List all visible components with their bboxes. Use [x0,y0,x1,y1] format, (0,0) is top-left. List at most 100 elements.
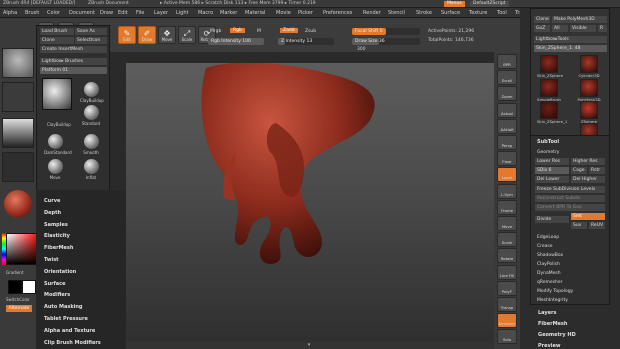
nav-transp-button[interactable]: Transp [497,297,517,312]
lightbox-brushes-button[interactable]: Lightbox▸ Brushes [40,58,107,65]
canvas-viewport[interactable] [126,62,494,349]
palette-layers[interactable]: Layers [538,310,557,316]
nav-bpr-button[interactable]: BPR [497,54,517,69]
subtool-qremesher[interactable]: qRemesher [537,280,563,285]
draw-size-slider[interactable]: Draw Size 36 [352,38,420,45]
mrgb-toggle[interactable]: Mrgb [210,29,221,34]
subtool-meshintegrity[interactable]: MeshIntegrity [537,298,568,303]
menu-macro[interactable]: Macro [198,10,213,16]
palette-geometry-hd[interactable]: Geometry HD [538,332,576,338]
subtool-title[interactable]: SubTool [537,139,559,145]
tool-scale-button[interactable]: ⤢ Scale [178,26,196,44]
menu-layer[interactable]: Layer [154,10,168,16]
subtool-modify-topology[interactable]: Modify Topology [537,289,573,294]
nav-scale-button[interactable]: Scale [497,232,517,248]
menu-movie[interactable]: Movie [276,10,291,16]
subpalette-modifiers[interactable]: Modifiers [44,292,70,298]
del-higher-button[interactable]: Del Higher [571,176,605,183]
divide-button[interactable]: Divide [535,216,569,223]
current-brush-preview[interactable] [42,78,72,110]
menu-document[interactable]: Document [69,10,95,16]
nav-zoom-button[interactable]: Zoom [497,86,517,102]
nav-move-button[interactable]: Move [497,216,517,231]
nav-polyf-button[interactable]: PolyF [497,280,517,296]
nav-frame-button[interactable]: Frame [497,199,517,215]
material-ball[interactable] [4,190,32,218]
nav-line-fill-button[interactable]: Line Fill [497,264,517,280]
subpalette-fibermesh[interactable]: FiberMesh [44,245,73,251]
palette-fibermesh[interactable]: FiberMesh [538,321,567,327]
z-intensity-slider[interactable]: Z Intensity 13 [278,38,334,45]
texture-thumbnail[interactable] [2,152,34,182]
menus-button[interactable]: Menus [444,1,465,7]
m-toggle[interactable]: M [257,29,261,34]
subpalette-samples[interactable]: Samples [44,222,68,228]
nav-rotate-button[interactable]: Rotate [497,248,517,264]
tool-clone-button[interactable]: Clone [534,16,550,23]
menu-edit[interactable]: Edit [118,10,128,16]
tool-edit-button[interactable]: ✎ Edit [118,26,136,44]
higher-res-button[interactable]: Higher Res [571,158,605,165]
subpalette-alpha-and-texture[interactable]: Alpha and Texture [44,328,95,334]
focal-shift-slider[interactable]: Focal Shift 0 [352,28,420,35]
geometry-header[interactable]: Geometry [537,150,559,155]
tool-move-button[interactable]: ✥ Move [158,26,176,44]
convert-bpr-button[interactable]: Convert BPR To Geo [535,204,605,211]
visible-button[interactable]: Visible [570,25,596,32]
nav-l-sym-button[interactable]: L.Sym [497,183,517,199]
menu-surface[interactable]: Surface [441,10,460,16]
tool-tile-cylinder3d[interactable] [580,55,598,73]
nav-aahalf-button[interactable]: AAHalf [497,118,517,134]
subpalette-surface[interactable]: Surface [44,281,66,287]
subpalette-clip-brush-modifiers[interactable]: Clip Brush Modifiers [44,340,101,346]
sdiv-slider[interactable]: SDiv 6 [535,167,569,174]
brush-thumbnail[interactable] [2,48,34,78]
zsub-toggle[interactable]: Zsub [305,29,316,34]
nav-scroll-button[interactable]: Scroll [497,70,517,86]
current-tool-slider[interactable]: Skin_ZSphere_1. 48 [534,45,607,52]
default-zscript-button[interactable]: DefaultZScript [470,1,509,7]
reconstruct-subdiv-button[interactable]: Reconstruct Subdiv [535,195,605,202]
menu-picker[interactable]: Picker [298,10,313,16]
brush-claybuildup-icon[interactable] [84,82,99,97]
lower-res-button[interactable]: Lower Res [535,158,569,165]
nav-solo-button[interactable]: Solo [497,329,517,345]
rgb-toggle[interactable]: Rgb [230,28,245,33]
subtool-edgeloop[interactable]: EdgeLoop [537,235,559,240]
tool-tile-simplebrush[interactable] [540,79,558,97]
select-icon-button[interactable]: SelectIcon [75,37,107,44]
tool-draw-button[interactable]: ✐ Draw [138,26,156,44]
lightbox-tools-button[interactable]: Lightbox▸Tools [534,36,607,43]
rgb-intensity-slider[interactable]: Rgb Intensity 100 [208,38,264,45]
menu-file[interactable]: File [136,10,144,16]
alternate-button[interactable]: Alternate [6,305,32,312]
brush-standard-icon[interactable] [84,105,99,120]
subpalette-twist[interactable]: Twist [44,257,59,263]
menu-alpha[interactable]: Alpha [3,10,17,16]
secondary-color-swatch[interactable] [22,280,36,294]
tool-tile-skin-zsphere[interactable] [540,55,558,73]
subtool-claypolish[interactable]: ClayPolish [537,262,560,267]
platform-slider[interactable]: Platform 01 [40,67,107,74]
nav-local-button[interactable]: Local [497,167,517,183]
color-picker[interactable] [6,233,40,265]
brush-smooth-icon[interactable] [84,134,99,149]
del-lower-button[interactable]: Del Lower [535,176,569,183]
brush-move-icon[interactable] [48,159,63,174]
expand-arrow-icon[interactable]: ▾ [301,343,317,348]
brush-inflat-icon[interactable] [84,159,99,174]
make-polymesh-button[interactable]: Make PolyMesh3D [552,16,607,23]
subpalette-elasticity[interactable]: Elasticity [44,233,70,239]
menu-stencil[interactable]: Stencil [388,10,405,16]
nav-dynamic-button[interactable]: Dynamic [497,313,517,329]
menu-color[interactable]: Color [47,10,60,16]
menu-stroke[interactable]: Stroke [416,10,432,16]
goz-button[interactable]: GoZ [534,25,550,32]
suv-toggle[interactable]: Suv [571,222,587,229]
subpalette-depth[interactable]: Depth [44,210,61,216]
load-brush-button[interactable]: Load Brush [40,28,74,35]
primary-color-swatch[interactable] [8,280,22,294]
cage-button[interactable]: Cage [571,167,587,174]
subtool-dynamesh[interactable]: DynaMesh [537,271,561,276]
save-as-button[interactable]: Save As [75,28,107,35]
